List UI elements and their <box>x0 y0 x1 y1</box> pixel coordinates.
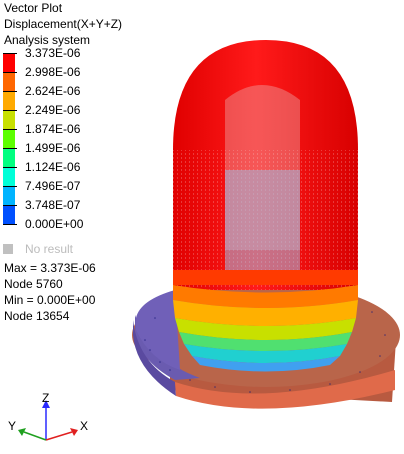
min-value-label: Min = 0.000E+00 <box>4 293 96 307</box>
legend-band-3 <box>3 91 15 110</box>
legend-label-6: 1.499E-06 <box>25 141 81 155</box>
legend-label-2: 2.998E-06 <box>25 65 81 79</box>
z-axis-label: Z <box>42 392 49 405</box>
legend-label-3: 2.624E-06 <box>25 84 81 98</box>
legend-label-10: 0.000E+00 <box>25 217 84 231</box>
legend-label-4: 2.249E-06 <box>25 103 81 117</box>
legend-band-2 <box>3 72 15 91</box>
legend-label-7: 1.124E-06 <box>25 160 81 174</box>
x-axis-label: X <box>80 419 88 433</box>
legend-band-6 <box>3 148 15 167</box>
axis-triad: Z X Y <box>8 392 88 441</box>
legend-band-1 <box>3 53 15 72</box>
plot-type-title: Vector Plot <box>4 1 63 15</box>
coordinate-system-label: Analysis system <box>4 33 91 47</box>
legend-band-8 <box>3 186 15 205</box>
max-node-label: Node 5760 <box>4 277 63 291</box>
model-viewport[interactable] <box>110 30 404 424</box>
y-axis-label: Y <box>8 419 16 433</box>
legend-label-5: 1.874E-06 <box>25 122 81 136</box>
legend-band-5 <box>3 129 15 148</box>
no-result-label: No result <box>25 242 74 256</box>
x-axis <box>45 431 73 441</box>
y-axis <box>23 431 47 441</box>
min-node-label: Node 13654 <box>4 309 70 323</box>
legend-band-7 <box>3 167 15 186</box>
legend-label-8: 7.496E-07 <box>25 179 81 193</box>
legend-band-9 <box>3 205 15 224</box>
no-result-swatch <box>3 244 13 254</box>
legend-band-4 <box>3 110 15 129</box>
legend-label-9: 3.748E-07 <box>25 198 81 212</box>
result-type-title: Displacement(X+Y+Z) <box>4 17 123 31</box>
max-value-label: Max = 3.373E-06 <box>4 261 96 275</box>
legend-label-1: 3.373E-06 <box>25 46 81 60</box>
